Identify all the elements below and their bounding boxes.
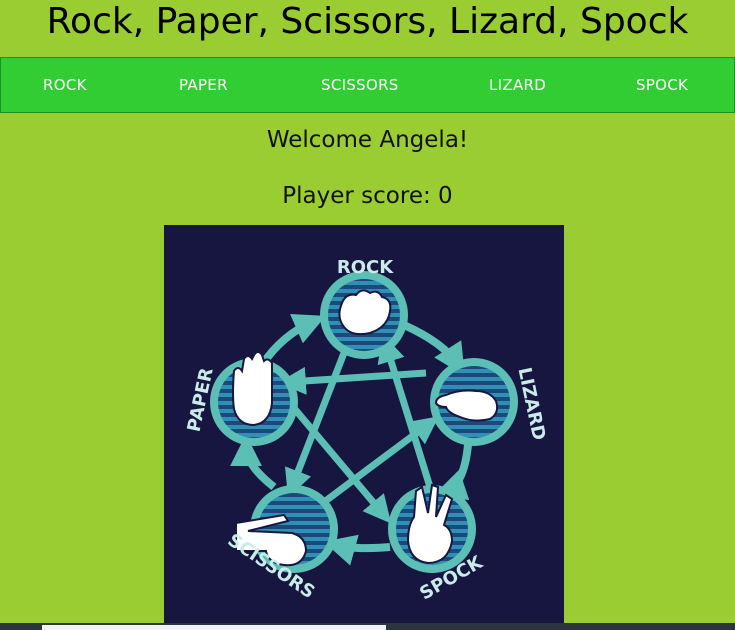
- rules-diagram-svg: ROCK LIZARD SPOCK SCISSORS PAPER: [184, 257, 550, 604]
- page: Rock, Paper, Scissors, Lizard, Spock ROC…: [0, 0, 735, 630]
- spock-button[interactable]: SPOCK: [636, 58, 688, 112]
- arrow-lizard-spock: [433, 444, 472, 501]
- arrow-spock-scissors: [323, 534, 391, 566]
- welcome-message: Welcome Angela!: [266, 127, 469, 153]
- arrow-lizard-paper: [277, 366, 427, 395]
- lizard-button[interactable]: LIZARD: [489, 58, 546, 112]
- rock-button[interactable]: ROCK: [43, 58, 87, 112]
- page-title: Rock, Paper, Scissors, Lizard, Spock: [46, 1, 689, 42]
- arrow-scissors-paper: [230, 434, 277, 491]
- player-score: Player score: 0: [282, 183, 453, 209]
- scissors-button[interactable]: SCISSORS: [321, 58, 399, 112]
- arrow-rock-lizard: [402, 321, 465, 376]
- arrow-paper-rock: [258, 314, 326, 368]
- arrow-spock-rock: [377, 334, 434, 489]
- label-rock: ROCK: [337, 257, 394, 278]
- paper-button[interactable]: PAPER: [179, 58, 228, 112]
- bottom-strip: [42, 625, 386, 630]
- node-lizard: [430, 358, 518, 446]
- choice-nav: ROCK PAPER SCISSORS LIZARD SPOCK: [0, 57, 735, 113]
- node-paper: [210, 351, 298, 446]
- node-rock: [320, 271, 408, 359]
- rules-diagram: ROCK LIZARD SPOCK SCISSORS PAPER: [164, 225, 564, 623]
- label-lizard: LIZARD: [513, 366, 549, 443]
